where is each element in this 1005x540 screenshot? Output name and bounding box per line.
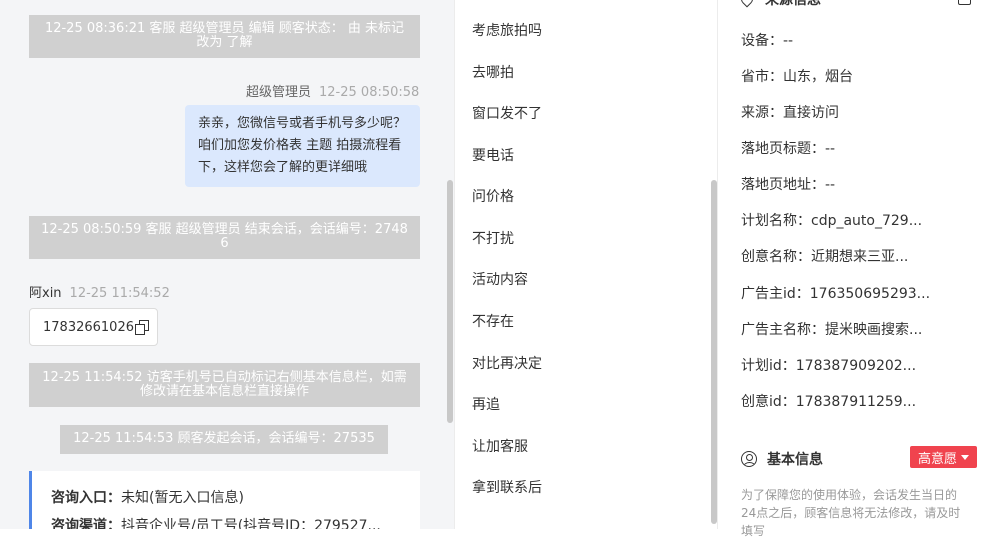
system-message: 12-25 08:50:59 客服 超级管理员 结束会话，会话编号：27486 [29, 216, 420, 259]
agent-message-bubble: 亲亲，您微信号或者手机号多少呢？咱们加您发价格表 主题 拍摄流程看下，这样您会了… [185, 105, 420, 187]
origin-row: 来源：直接访问 [741, 105, 839, 121]
creative-name-row: 创意名称：近期想来三亚... [741, 249, 909, 265]
plan-name-row: 计划名称：cdp_auto_729... [741, 213, 923, 229]
quick-reply-item[interactable]: 再追 [472, 394, 500, 414]
agent-time: 12-25 08:50:58 [319, 85, 420, 100]
chat-scrollbar[interactable] [447, 180, 453, 423]
copy-icon[interactable] [134, 320, 149, 335]
intent-level-label: 高意愿 [917, 451, 957, 467]
agent-sender: 超级管理员 12-25 08:50:58 [246, 81, 419, 100]
landing-url-row: 落地页地址：-- [741, 177, 836, 193]
quick-reply-item[interactable]: 不存在 [472, 311, 514, 331]
province-row: 省市：山东，烟台 [741, 69, 853, 85]
source-info-header: 来源信息 [738, 0, 821, 9]
customer-info-panel: 来源信息 设备：-- 省市：山东，烟台 来源：直接访问 落地页标题：-- 落地页… [717, 0, 1005, 538]
customer-name: 阿xin [29, 286, 62, 301]
quick-reply-item[interactable]: 去哪拍 [472, 62, 514, 82]
agent-name: 超级管理员 [246, 85, 312, 100]
edit-notice: 为了保障您的使用体验，会话发生当日的24点之后，顾客信息将无法修改，请及时填写 [741, 488, 961, 538]
advertiser-name-row: 广告主名称：提米映画搜索... [741, 322, 923, 338]
location-icon [738, 0, 756, 8]
intent-level-dropdown[interactable]: 高意愿 [910, 446, 977, 468]
quick-reply-item[interactable]: 活动内容 [472, 269, 528, 289]
customer-sender: 阿xin 12-25 11:54:52 [29, 282, 170, 301]
user-circle-icon [741, 451, 757, 467]
system-message: 12-25 08:36:21 客服 超级管理员 编辑 顾客状态： 由 未标记 改… [29, 15, 420, 58]
quick-reply-item[interactable]: 考虑旅拍吗 [472, 20, 542, 40]
quick-reply-item[interactable]: 拿到联系后 [472, 477, 542, 497]
chat-panel: 12-25 08:36:21 客服 超级管理员 编辑 顾客状态： 由 未标记 改… [0, 0, 454, 529]
basic-info-header: 基本信息 [741, 449, 823, 469]
quick-reply-item[interactable]: 窗口发不了 [472, 103, 542, 123]
advertiser-id-row: 广告主id：176350695293... [741, 286, 931, 302]
customer-phone-message: 17832661026 [29, 308, 158, 346]
system-message: 12-25 11:54:53 顾客发起会话，会话编号：27535 [60, 425, 388, 454]
quick-reply-item[interactable]: 不打扰 [472, 228, 514, 248]
quick-reply-item[interactable]: 问价格 [472, 186, 514, 206]
landing-title-row: 落地页标题：-- [741, 141, 836, 157]
creative-id-row: 创意id：178387911259... [741, 394, 917, 410]
consult-entry-row: 咨询入口：未知(暂无入口信息) [51, 490, 244, 506]
caret-down-icon [961, 454, 969, 460]
quick-reply-panel: 考虑旅拍吗 去哪拍 窗口发不了 要电话 问价格 不打扰 活动内容 不存在 对比再… [454, 0, 717, 529]
quick-reply-item[interactable]: 要电话 [472, 145, 514, 165]
edit-icon[interactable] [958, 0, 971, 5]
consult-channel-row: 咨询渠道：抖音企业号/员工号(抖音号ID：279527... [51, 518, 381, 529]
quick-reply-item[interactable]: 对比再决定 [472, 353, 542, 373]
plan-id-row: 计划id：178387909202... [741, 358, 917, 374]
customer-phone: 17832661026 [43, 319, 134, 335]
system-message: 12-25 11:54:52 访客手机号已自动标记右侧基本信息栏，如需修改请在基… [29, 363, 420, 407]
basic-info-title: 基本信息 [767, 452, 823, 468]
quick-reply-item[interactable]: 让加客服 [472, 436, 528, 456]
device-row: 设备：-- [741, 33, 794, 49]
source-info-title: 来源信息 [765, 0, 821, 8]
consult-info-card: 咨询入口：未知(暂无入口信息) 咨询渠道：抖音企业号/员工号(抖音号ID：279… [29, 471, 420, 529]
customer-time: 12-25 11:54:52 [69, 286, 170, 301]
